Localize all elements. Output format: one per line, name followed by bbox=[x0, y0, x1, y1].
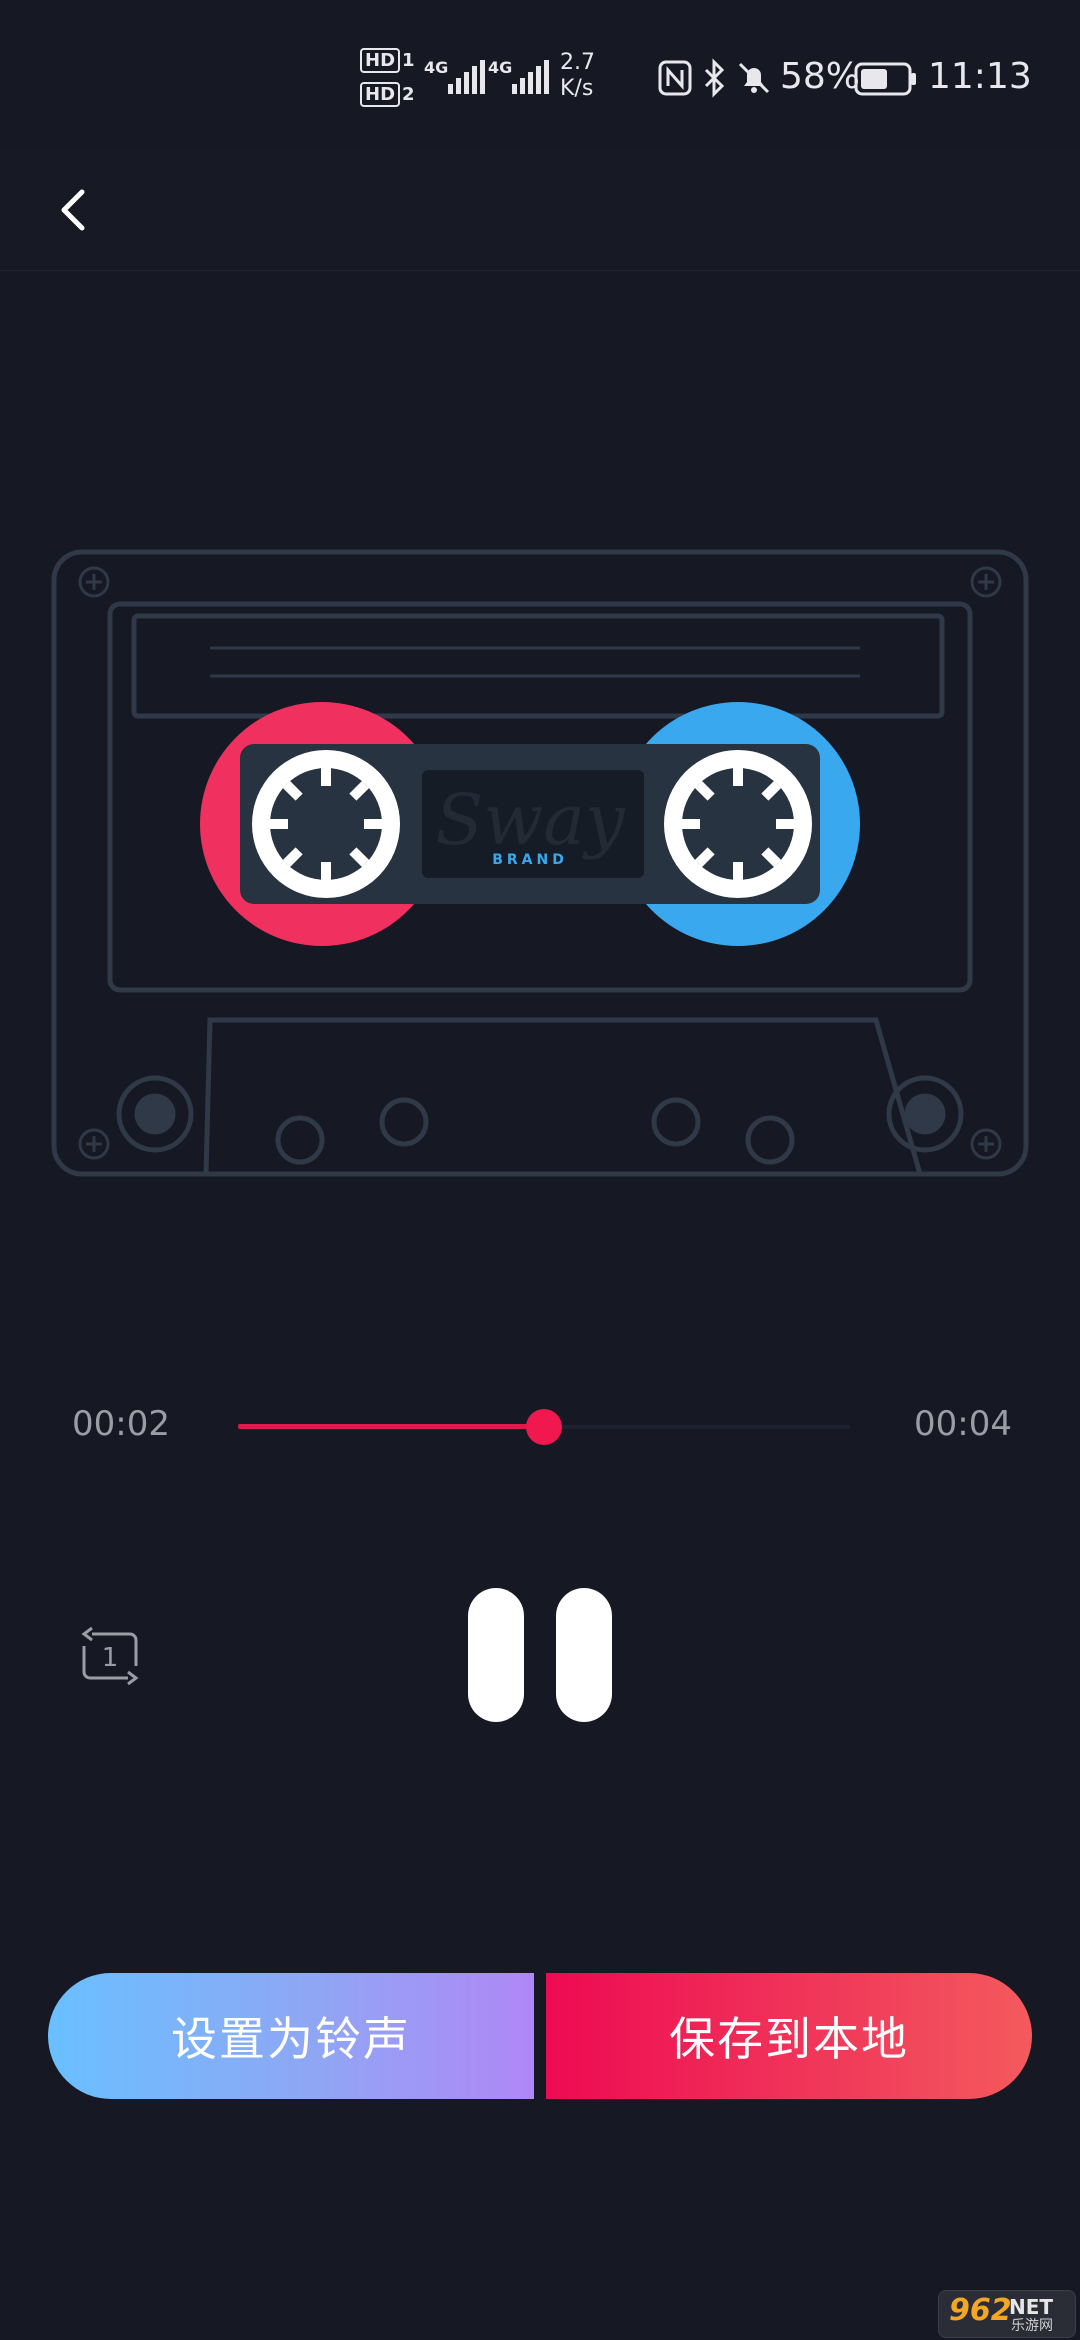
hd1-indicator: HD 1 bbox=[360, 48, 415, 73]
set-ringtone-button[interactable]: 设置为铃声 bbox=[48, 1973, 534, 2099]
svg-text:Sway: Sway bbox=[435, 779, 626, 861]
pause-button[interactable] bbox=[468, 1588, 612, 1722]
cassette-illustration: Sway BRAND bbox=[50, 548, 1030, 1178]
status-bar: HD 1 HD 2 4G 4G 2.7 K/s 58% 11:13 bbox=[0, 0, 1080, 150]
battery-percent: 58% bbox=[780, 56, 861, 97]
progress-thumb[interactable] bbox=[526, 1409, 562, 1445]
pause-bar-left bbox=[468, 1588, 524, 1722]
watermark-logo: 962 NET 乐游网 bbox=[938, 2290, 1076, 2338]
back-button[interactable] bbox=[48, 170, 108, 250]
network-speed: 2.7 K/s bbox=[560, 50, 595, 101]
signal-1-icon bbox=[448, 60, 488, 96]
svg-text:BRAND: BRAND bbox=[492, 852, 568, 868]
repeat-count: 1 bbox=[102, 1643, 119, 1673]
total-time: 00:04 bbox=[914, 1404, 1012, 1444]
clock: 11:13 bbox=[928, 56, 1032, 97]
save-local-button[interactable]: 保存到本地 bbox=[546, 1973, 1032, 2099]
bluetooth-icon bbox=[702, 58, 726, 102]
nfc-icon bbox=[658, 60, 692, 100]
network-type-1: 4G bbox=[424, 58, 449, 77]
hd2-indicator: HD 2 bbox=[360, 82, 415, 107]
battery-icon bbox=[854, 62, 918, 100]
repeat-one-button[interactable]: 1 bbox=[78, 1626, 142, 1686]
mute-bell-icon bbox=[736, 60, 772, 100]
signal-2-icon bbox=[512, 60, 552, 96]
network-type-2: 4G bbox=[488, 58, 513, 77]
top-bar bbox=[0, 150, 1080, 271]
repeat-one-icon: 1 bbox=[81, 1626, 139, 1686]
chevron-left-icon bbox=[61, 189, 85, 231]
current-time: 00:02 bbox=[72, 1404, 170, 1444]
pause-bar-right bbox=[556, 1588, 612, 1722]
progress-fill bbox=[238, 1424, 544, 1429]
